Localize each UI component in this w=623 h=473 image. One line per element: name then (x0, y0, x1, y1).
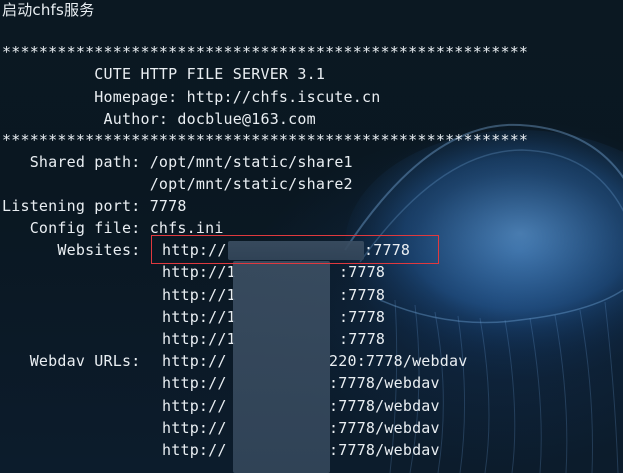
website-url-suffix[interactable]: :7778 (339, 284, 385, 306)
banner-separator-top: ****************************************… (2, 43, 529, 61)
listening-port-line: Listening port: 7778 (2, 195, 187, 217)
website-url-prefix[interactable]: http://1 (162, 284, 236, 306)
terminal-window[interactable]: 启动chfs服务 *******************************… (0, 0, 623, 473)
listening-port-label: Listening port: (2, 197, 150, 215)
webdav-url-prefix[interactable]: http:// (162, 417, 227, 439)
websites-label: Websites: (2, 241, 150, 259)
website-url-prefix[interactable]: http://1 (162, 306, 236, 328)
webdav-url-prefix[interactable]: http:// (162, 350, 227, 372)
shared-path-value: /opt/mnt/static/share2 (149, 175, 353, 193)
website-url-prefix[interactable]: http://1 (162, 328, 236, 350)
webdav-url-prefix[interactable]: http:// (162, 372, 227, 394)
webdav-url-suffix[interactable]: :7778/webdav (329, 439, 440, 461)
shared-path-indent (2, 175, 150, 193)
listening-port-value: 7778 (149, 197, 187, 215)
webdav-url-prefix[interactable]: http:// (162, 439, 227, 461)
webdav-label: Webdav URLs: (2, 352, 150, 370)
website-url-suffix[interactable]: :7778 (339, 328, 385, 350)
webdav-url-suffix[interactable]: :7778/webdav (329, 395, 440, 417)
shared-path-line-2: /opt/mnt/static/share2 (2, 173, 353, 195)
website-url-suffix[interactable]: :7778 (339, 306, 385, 328)
webdav-url-suffix[interactable]: 220:7778/webdav (329, 350, 467, 372)
banner-separator-bottom: ****************************************… (2, 131, 529, 149)
redaction-block (233, 261, 330, 473)
banner-homepage: Homepage: http://chfs.iscute.cn (2, 88, 381, 106)
shared-path-value: /opt/mnt/static/share1 (149, 153, 353, 171)
webdav-url-suffix[interactable]: :7778/webdav (329, 372, 440, 394)
banner-author: Author: docblue@163.com (2, 110, 316, 128)
webdav-url-suffix[interactable]: :7778/webdav (329, 417, 440, 439)
webdav-url-prefix[interactable]: http:// (162, 395, 227, 417)
command-line: 启动chfs服务 (2, 1, 95, 19)
highlight-annotation (151, 235, 439, 264)
website-url-prefix[interactable]: http://1 (162, 261, 236, 283)
website-url-suffix[interactable]: :7778 (339, 261, 385, 283)
shared-path-line: Shared path: /opt/mnt/static/share1 (2, 151, 353, 173)
shared-path-label: Shared path: (2, 153, 150, 171)
config-file-label: Config file: (2, 219, 150, 237)
banner-title: CUTE HTTP FILE SERVER 3.1 (2, 65, 326, 83)
